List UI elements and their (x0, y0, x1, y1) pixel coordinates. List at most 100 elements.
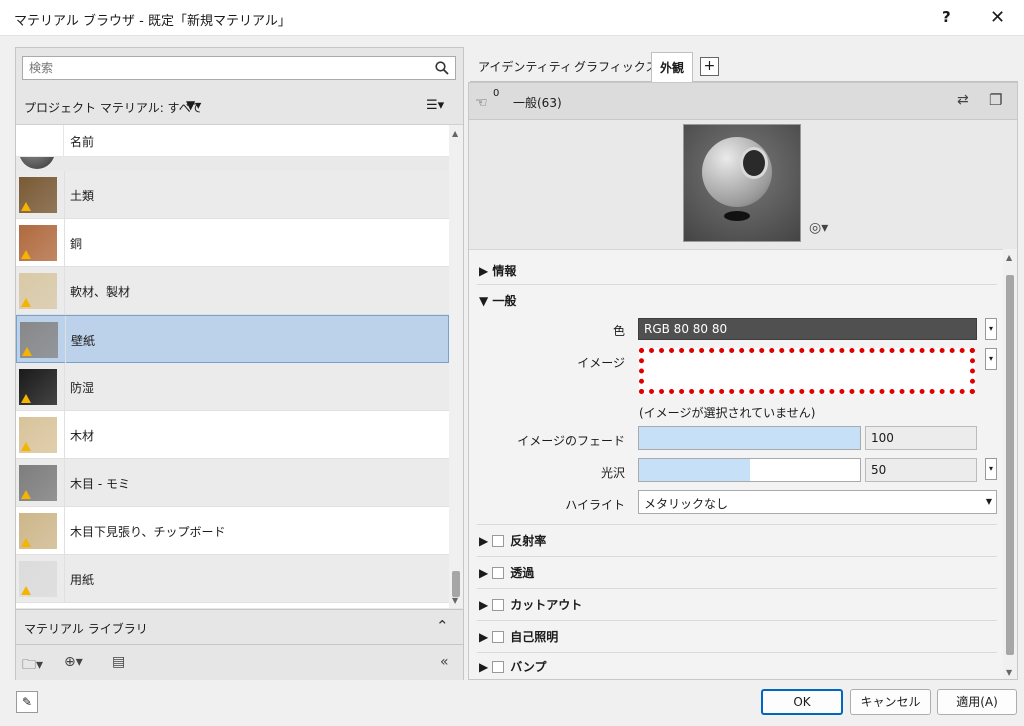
window-title: マテリアル ブラウザ - 既定「新規マテリアル」 (14, 14, 291, 29)
color-field[interactable]: RGB 80 80 80 (638, 318, 977, 340)
list-item[interactable] (16, 157, 449, 171)
glossiness-dropdown-button[interactable]: ▾ (985, 458, 997, 480)
cancel-button[interactable]: キャンセル (850, 689, 931, 715)
scroll-down-icon[interactable]: ▼ (452, 596, 458, 605)
material-name: 木目下見張り、チップボード (70, 525, 226, 539)
duplicate-asset-icon[interactable]: ❐ (989, 91, 1002, 109)
image-fade-slider-fill (639, 427, 860, 449)
thumbnail-column (16, 125, 64, 157)
properties-scrollbar[interactable]: ▲ ▼ (1003, 249, 1017, 679)
create-material-icon[interactable]: ⊕▾ (64, 654, 83, 670)
column-divider (64, 507, 65, 555)
close-button[interactable]: ✕ (990, 7, 1005, 28)
scroll-thumb[interactable] (1006, 275, 1014, 655)
material-swatch (20, 322, 58, 358)
scroll-thumb[interactable] (452, 571, 460, 597)
divider (477, 588, 997, 589)
search-box[interactable] (22, 56, 456, 80)
chevron-down-icon: ▼ (985, 497, 992, 506)
section-self-illumination[interactable]: ▶ 自己照明 (479, 628, 558, 645)
scroll-up-icon[interactable]: ▲ (452, 129, 458, 138)
divider (477, 620, 997, 621)
column-header-name[interactable]: 名前 (70, 133, 94, 150)
add-tab-button[interactable]: + (700, 57, 719, 76)
glossiness-slider-fill (639, 459, 750, 481)
open-library-icon[interactable]: 🗀▾ (22, 654, 43, 678)
section-info-label: 情報 (492, 264, 517, 278)
reflectivity-checkbox[interactable] (492, 535, 505, 547)
list-item[interactable]: 壁紙 (16, 315, 449, 364)
section-cutouts[interactable]: ▶ カットアウト (479, 596, 582, 613)
section-bump[interactable]: ▶ バンプ (479, 658, 546, 675)
list-item[interactable]: 木材 (16, 411, 449, 459)
search-icon[interactable] (435, 61, 449, 75)
ok-button[interactable]: OK (761, 689, 843, 715)
image-field[interactable] (639, 348, 975, 394)
cutouts-checkbox[interactable] (492, 599, 505, 611)
divider (477, 524, 997, 525)
list-item[interactable]: 軟材、製材 (16, 267, 449, 315)
tab-graphics[interactable]: グラフィックス (574, 58, 657, 75)
preview-base (724, 211, 750, 221)
material-editor-panel: ☜ 0 一般(63) ⇄ ❐ ◎▾ ▶ 情報 ▼ 一般 色 RGB 80 80 … (468, 82, 1018, 680)
warning-icon (21, 202, 31, 211)
section-info[interactable]: ▶ 情報 (479, 262, 516, 279)
image-dropdown-button[interactable]: ▾ (985, 348, 997, 370)
section-general-label: 一般 (492, 294, 517, 308)
material-swatch (19, 225, 57, 261)
column-divider (64, 219, 65, 267)
help-button[interactable]: ? (942, 8, 951, 26)
glossiness-value[interactable]: 50 (865, 458, 977, 482)
tab-appearance[interactable]: 外観 (651, 52, 694, 83)
project-materials-header: プロジェクト マテリアル: すべて ▼▾ ☰▾ (16, 90, 463, 124)
material-list: 名前 土類銅軟材、製材 壁紙 防湿 木材 木目 - モミ 木目下見張り、チップボード 用紙 … (16, 124, 463, 608)
highlight-label: ハイライト (565, 498, 625, 512)
filter-icon[interactable]: ▼▾ (186, 98, 201, 112)
section-general[interactable]: ▼ 一般 (479, 292, 516, 309)
replace-asset-icon[interactable]: ⇄ (957, 92, 969, 108)
scroll-up-icon[interactable]: ▲ (1006, 253, 1012, 262)
editor-tabs: アイデンティティ グラフィックス 外観 + (470, 52, 1018, 83)
preview-options-icon[interactable]: ◎▾ (809, 220, 828, 236)
section-transparency[interactable]: ▶ 透過 (479, 564, 534, 581)
edit-material-icon[interactable]: ✎ (16, 691, 38, 713)
warning-icon (21, 586, 31, 595)
highlight-select[interactable]: メタリックなし ▼ (638, 490, 997, 514)
image-fade-value[interactable]: 100 (865, 426, 977, 450)
column-divider (64, 267, 65, 315)
properties-area: ▶ 情報 ▼ 一般 色 RGB 80 80 80 ▾ イメージ ▾ (イメージが… (469, 249, 1003, 679)
section-reflectivity[interactable]: ▶ 反射率 (479, 532, 546, 549)
scroll-down-icon[interactable]: ▼ (1006, 668, 1012, 677)
material-name: 用紙 (70, 573, 95, 587)
list-item[interactable]: 木目下見張り、チップボード (16, 507, 449, 555)
material-name: 銅 (70, 237, 83, 251)
glossiness-label: 光沢 (600, 466, 625, 480)
material-library-header[interactable]: マテリアル ライブラリ ⌃ (16, 609, 463, 645)
list-scrollbar[interactable]: ▲ ▼ (449, 125, 463, 608)
collapse-up-icon[interactable]: ⌃ (436, 617, 449, 635)
color-dropdown-button[interactable]: ▾ (985, 318, 997, 340)
material-name: 軟材、製材 (70, 285, 131, 299)
collapse-left-icon[interactable]: « (440, 654, 449, 670)
warning-icon (21, 490, 31, 499)
list-item[interactable]: 土類 (16, 171, 449, 219)
image-fade-slider[interactable] (638, 426, 861, 450)
list-item[interactable]: 木目 - モミ (16, 459, 449, 507)
apply-button[interactable]: 適用(A) (937, 689, 1017, 715)
material-name: 木目 - モミ (70, 477, 130, 491)
list-item[interactable]: 用紙 (16, 555, 449, 603)
glossiness-slider[interactable] (638, 458, 861, 482)
list-item[interactable]: 銅 (16, 219, 449, 267)
tab-identity[interactable]: アイデンティティ (478, 58, 572, 75)
list-item[interactable]: 防湿 (16, 363, 449, 411)
column-divider (64, 411, 65, 459)
color-label: 色 (612, 324, 625, 338)
bump-checkbox[interactable] (492, 661, 505, 673)
asset-editor-icon[interactable]: ▤ (112, 654, 125, 670)
material-preview (683, 124, 801, 242)
search-input[interactable] (29, 60, 429, 76)
transparency-checkbox[interactable] (492, 567, 505, 579)
list-view-icon[interactable]: ☰▾ (426, 98, 444, 113)
self-illumination-checkbox[interactable] (492, 631, 505, 643)
dialog-footer: ✎ OK キャンセル 適用(A) (0, 682, 1024, 726)
